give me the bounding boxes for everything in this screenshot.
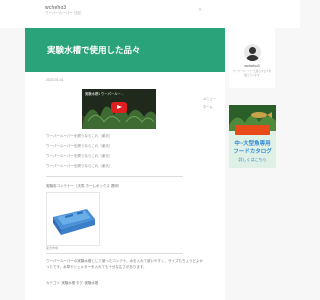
section-label: 実験用コンテナー（天馬 ホームボックス 透明） — [46, 184, 122, 188]
avatar[interactable] — [244, 44, 261, 61]
ad-cta[interactable]: 詳しくはこちら — [229, 157, 276, 163]
affiliate-link[interactable]: ウーパールーパーを飼うならこれ（楽天） — [46, 154, 112, 159]
post-tags[interactable]: カテゴリ: 実験水槽 タグ: 実験水槽 — [46, 280, 98, 285]
body-paragraph: ウーパールーパーの実験水槽として使ったコンテナ。水を入れて使いやすく、サイズもち… — [46, 259, 203, 269]
video-player[interactable]: 実験水槽1 ウーパールー… — [82, 89, 156, 129]
ad-banner[interactable]: 中~大型魚専用 フードカタログ 詳しくはこちら — [229, 105, 276, 168]
side-menu-item[interactable]: ホーム — [203, 103, 216, 111]
site-header: wcheho3 ウーパールーパー 日記 ≡ — [0, 0, 300, 28]
profile-name[interactable]: wcheho3 — [229, 64, 275, 68]
profile-card: wcheho3 ウーパールーパーと暮らす日々を綴っています — [229, 28, 275, 88]
divider — [46, 253, 183, 254]
product-image[interactable] — [46, 192, 100, 246]
avatar-head — [249, 47, 256, 54]
image-caption: 楽天市場 — [46, 246, 59, 250]
video-title: 実験水槽1 ウーパールー… — [85, 92, 124, 96]
profile-description: ウーパールーパーと暮らす日々を綴っています — [232, 70, 272, 77]
container-icon — [53, 209, 95, 235]
affiliate-link[interactable]: ウーパールーパーを飼うならこれ（楽天） — [46, 164, 112, 169]
ad-subheadline: フードカタログ — [233, 149, 272, 155]
side-menu: メニュー ホーム — [203, 95, 216, 111]
menu-icon[interactable]: ≡ — [199, 7, 201, 12]
side-menu-item[interactable]: メニュー — [203, 95, 216, 103]
avatar-body — [246, 55, 259, 61]
article-body: 2023.01.01 実験水槽1 ウーパールー… メニュー ホーム ウーパールー… — [25, 72, 225, 300]
page-title: 実験水槽で使用した品々 — [47, 46, 141, 56]
divider — [46, 176, 183, 177]
post-date: 2023.01.01 — [46, 78, 64, 82]
site-subtitle: ウーパールーパー 日記 — [45, 11, 81, 15]
ad-headline: 中~大型魚専用 — [234, 141, 271, 147]
ad-badge — [235, 125, 270, 135]
hero-banner: 実験水槽で使用した品々 — [25, 28, 225, 72]
play-icon[interactable] — [111, 102, 127, 113]
affiliate-link[interactable]: ウーパールーパーを飼うならこれ（楽天） — [46, 144, 112, 149]
affiliate-link[interactable]: ウーパールーパーを飼うならこれ（楽天） — [46, 134, 112, 139]
